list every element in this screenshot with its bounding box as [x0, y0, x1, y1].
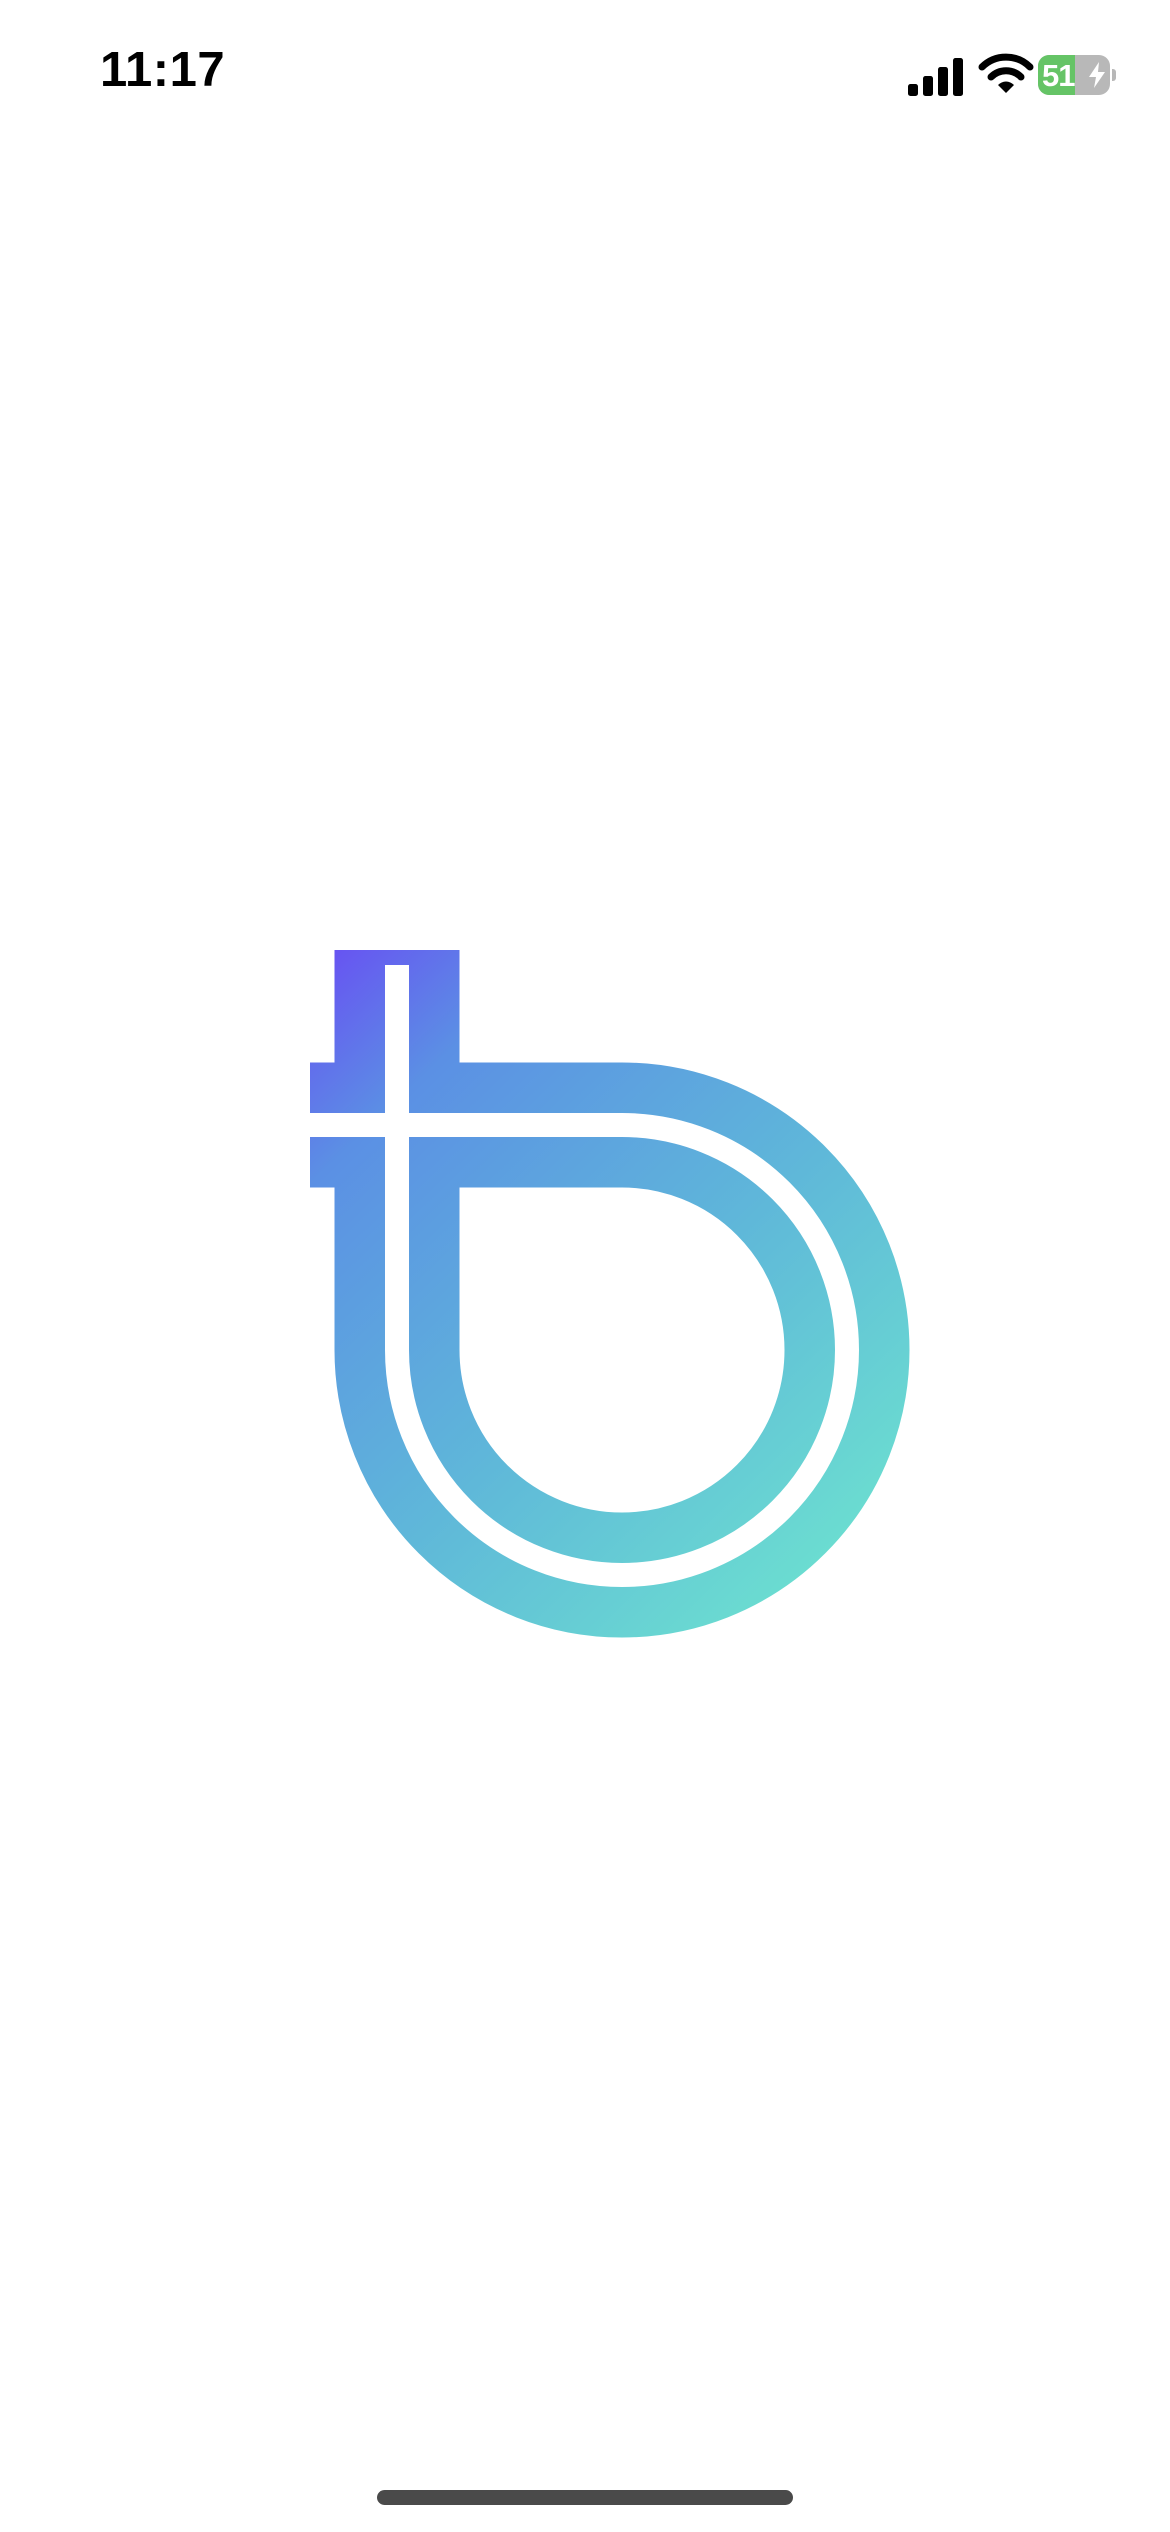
- wifi-icon: [978, 53, 1034, 93]
- status-bar: 11:17 51: [0, 0, 1170, 150]
- home-indicator[interactable]: [377, 2490, 793, 2505]
- battery-cap: [1112, 69, 1116, 81]
- app-logo-icon: [310, 950, 910, 1638]
- battery-body: 51: [1038, 55, 1110, 95]
- status-time: 11:17: [100, 43, 226, 97]
- battery-level-text: 51: [1042, 58, 1075, 93]
- cellular-signal-icon: [908, 58, 963, 96]
- charging-bolt-icon: [1089, 62, 1105, 88]
- battery-indicator: 51: [1038, 55, 1116, 95]
